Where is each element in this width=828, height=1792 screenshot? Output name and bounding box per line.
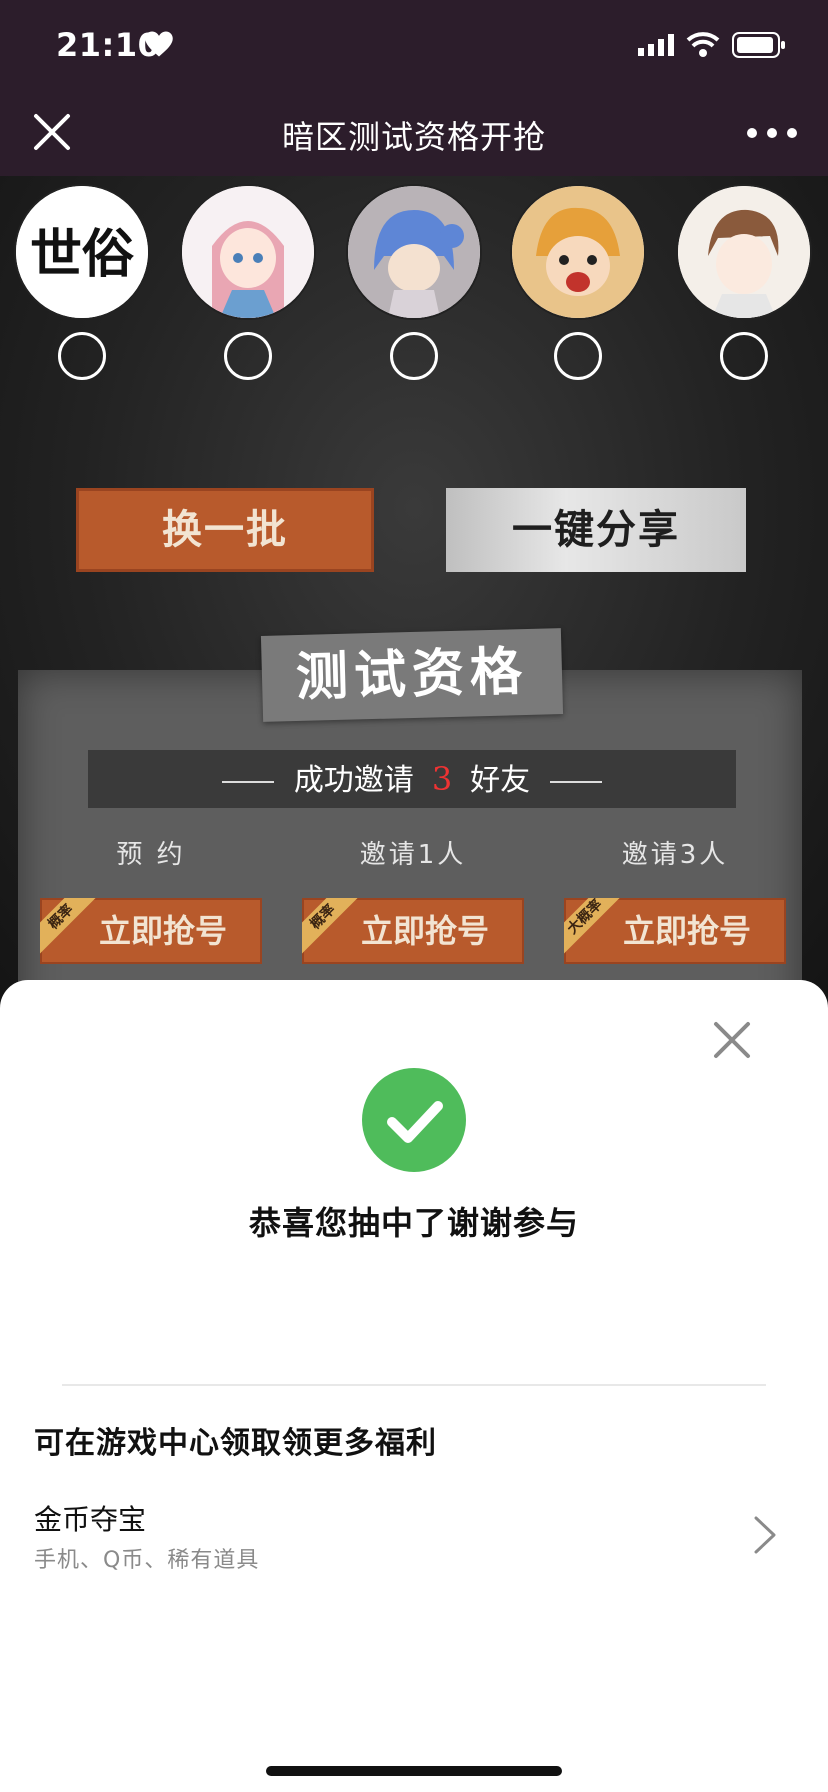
select-radio[interactable] (390, 332, 438, 380)
select-radio[interactable] (554, 332, 602, 380)
game-page: 世俗 换一批 一键分享 测试资格 成功邀请 3 好友 预 约 邀请1人 邀请3人… (0, 176, 828, 1006)
avatar (348, 186, 480, 318)
row-subtitle: 手机、Q币、稀有道具 (34, 1548, 260, 1573)
wifi-icon (686, 32, 720, 57)
avatar-sketch-boy-image (678, 186, 810, 318)
avatar-calligraphy-image: 世俗 (16, 186, 148, 318)
invite-suffix: 好友 (470, 763, 531, 798)
battery-icon (732, 32, 785, 58)
grab-code-button[interactable]: 大概率 立即抢号 (564, 898, 786, 964)
avatar (512, 186, 644, 318)
avatar: 世俗 (16, 186, 148, 318)
more-icon[interactable] (746, 120, 798, 146)
status-bar: 21:10 (0, 0, 828, 90)
grab-code-label: 立即抢号 (98, 912, 227, 950)
signal-icon (638, 34, 674, 56)
friend-item[interactable] (678, 186, 810, 380)
tier-label: 预 约 (116, 840, 186, 870)
divider-line (221, 780, 274, 783)
divider (62, 1384, 766, 1386)
chevron-right-icon (754, 1516, 776, 1554)
grab-code-button[interactable]: 概率 立即抢号 (40, 898, 262, 964)
friend-item[interactable] (348, 186, 480, 380)
avatar-cartoon-boy-image (512, 186, 644, 318)
tier-label: 邀请1人 (359, 840, 467, 870)
page-title: 暗区测试资格开抢 (281, 118, 546, 156)
select-radio[interactable] (720, 332, 768, 380)
panel-title: 测试资格 (260, 628, 564, 722)
invite-prefix: 成功邀请 (293, 763, 414, 798)
friend-item[interactable] (182, 186, 314, 380)
select-radio[interactable] (224, 332, 272, 380)
invite-count: 3 (431, 760, 453, 798)
result-message: 恭喜您抽中了谢谢参与 (248, 1204, 579, 1242)
avatar-anime-girl-image (182, 186, 314, 318)
select-radio[interactable] (58, 332, 106, 380)
heart-icon (145, 31, 173, 57)
friend-item[interactable] (512, 186, 644, 380)
nav-bar: 暗区测试资格开抢 (0, 90, 828, 176)
friend-item[interactable]: 世俗 (16, 186, 148, 380)
svg-text:世俗: 世俗 (30, 224, 134, 285)
check-icon (387, 1101, 443, 1143)
benefits-heading: 可在游戏中心领取领更多福利 (34, 1426, 437, 1461)
grab-code-label: 立即抢号 (360, 912, 489, 950)
avatar-cartoon-blue-hair-image (348, 186, 480, 318)
avatar (678, 186, 810, 318)
tier-label: 邀请3人 (621, 840, 729, 870)
share-button[interactable]: 一键分享 (446, 488, 746, 572)
grab-code-button[interactable]: 概率 立即抢号 (302, 898, 524, 964)
result-sheet: 恭喜您抽中了谢谢参与 可在游戏中心领取领更多福利 金币夺宝 手机、Q币、稀有道具 (0, 980, 828, 1792)
avatar (182, 186, 314, 318)
divider-line (550, 780, 603, 783)
grab-code-label: 立即抢号 (622, 912, 751, 950)
invite-status: 成功邀请 3 好友 (88, 750, 736, 808)
refresh-batch-button[interactable]: 换一批 (76, 488, 374, 572)
close-icon[interactable] (712, 1020, 752, 1060)
coin-treasure-row[interactable]: 金币夺宝 手机、Q币、稀有道具 (0, 1486, 828, 1596)
row-title: 金币夺宝 (34, 1503, 147, 1536)
success-badge (362, 1068, 466, 1172)
home-indicator (266, 1766, 562, 1776)
